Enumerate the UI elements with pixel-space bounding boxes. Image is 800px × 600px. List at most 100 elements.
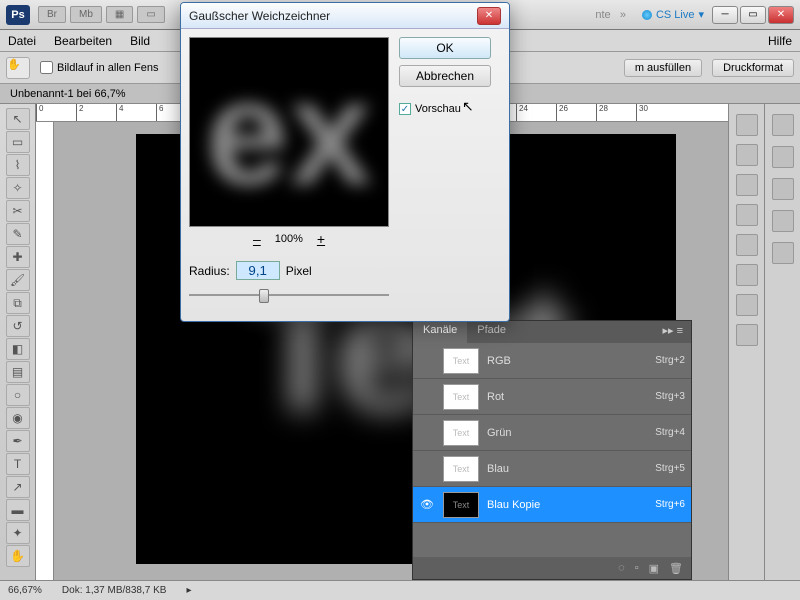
color-panel-icon[interactable] xyxy=(772,114,794,136)
zoom-out-button[interactable]: – xyxy=(253,231,261,247)
dialog-close-button[interactable]: ✕ xyxy=(477,7,501,25)
history-brush-tool[interactable]: ↺ xyxy=(6,315,30,337)
radius-label: Radius: xyxy=(189,264,230,278)
close-button[interactable]: ✕ xyxy=(768,6,794,24)
menu-file[interactable]: Datei xyxy=(8,34,36,48)
radius-slider[interactable] xyxy=(189,286,389,304)
shape-tool[interactable]: ▬ xyxy=(6,499,30,521)
gaussian-blur-dialog: Gaußscher Weichzeichner ✕ ex – 100% + Ra… xyxy=(180,2,510,322)
panel-icon[interactable] xyxy=(736,204,758,226)
styles-panel-icon[interactable] xyxy=(772,178,794,200)
channel-shortcut: Strg+4 xyxy=(655,427,685,438)
stamp-tool[interactable]: ⧉ xyxy=(6,292,30,314)
panel-icon[interactable] xyxy=(736,324,758,346)
new-channel-icon[interactable]: ▣ xyxy=(649,562,659,575)
brush-tool[interactable]: 🖌 xyxy=(6,269,30,291)
app-logo-icon: Ps xyxy=(6,5,30,25)
dodge-tool[interactable]: ◉ xyxy=(6,407,30,429)
panel-icon[interactable] xyxy=(736,114,758,136)
right-dock-a xyxy=(728,104,764,580)
tab-channels[interactable]: Kanäle xyxy=(413,321,467,343)
panel-icon[interactable] xyxy=(736,234,758,256)
channels-footer: ◌ ▫ ▣ 🗑 xyxy=(413,557,691,579)
channel-name: Blau Kopie xyxy=(487,499,647,511)
panel-icon[interactable] xyxy=(736,264,758,286)
dialog-titlebar[interactable]: Gaußscher Weichzeichner ✕ xyxy=(181,3,509,29)
eyedropper-tool[interactable]: ✎ xyxy=(6,223,30,245)
channel-thumb: Text xyxy=(443,420,479,446)
channel-row[interactable]: Text Grün Strg+4 xyxy=(413,415,691,451)
gradient-tool[interactable]: ▤ xyxy=(6,361,30,383)
load-selection-icon[interactable]: ◌ xyxy=(618,562,625,574)
3d-tool[interactable]: ✦ xyxy=(6,522,30,544)
channel-thumb: Text xyxy=(443,348,479,374)
ok-button[interactable]: OK xyxy=(399,37,491,59)
preview-image[interactable]: ex xyxy=(189,37,389,227)
tab-paths[interactable]: Pfade xyxy=(467,321,516,343)
channel-thumb: Text xyxy=(443,492,479,518)
adjust-panel-icon[interactable] xyxy=(772,210,794,232)
heal-tool[interactable]: ✚ xyxy=(6,246,30,268)
maximize-button[interactable]: ▭ xyxy=(740,6,766,24)
zoom-value: 100% xyxy=(275,233,303,245)
menu-help[interactable]: Hilfe xyxy=(768,34,792,48)
channel-row[interactable]: TextBlauStrg+5 xyxy=(413,451,691,487)
pen-tool[interactable]: ✒ xyxy=(6,430,30,452)
swatches-panel-icon[interactable] xyxy=(772,146,794,168)
fill-button[interactable]: m ausfüllen xyxy=(624,59,702,77)
cancel-button[interactable]: Abbrechen xyxy=(399,65,491,87)
status-arrow-icon[interactable]: ▸ xyxy=(186,585,191,596)
channel-name: Rot xyxy=(487,391,647,403)
wand-tool[interactable]: ✧ xyxy=(6,177,30,199)
channel-name: Grün xyxy=(487,427,647,439)
hand-tool-icon[interactable]: ✋ xyxy=(6,57,30,79)
panel-icon[interactable] xyxy=(736,294,758,316)
move-tool[interactable]: ↖ xyxy=(6,108,30,130)
visibility-icon[interactable]: 👁 xyxy=(419,498,435,511)
panel-menu-icon[interactable]: ▸▸ ≡ xyxy=(654,321,691,343)
blur-tool[interactable]: ○ xyxy=(6,384,30,406)
printformat-button[interactable]: Druckformat xyxy=(712,59,794,77)
zoom-level[interactable]: 66,67% xyxy=(8,585,42,596)
panel-icon[interactable] xyxy=(736,174,758,196)
channel-row[interactable]: Text RGB Strg+2 xyxy=(413,343,691,379)
channels-panel: Kanäle Pfade ▸▸ ≡ TextRGBStrg+2TextRotSt… xyxy=(412,320,692,580)
channel-shortcut: Strg+5 xyxy=(655,463,685,474)
channel-shortcut: Strg+6 xyxy=(655,499,685,510)
lasso-tool[interactable]: ⌇ xyxy=(6,154,30,176)
minibridge-button[interactable]: Mb xyxy=(70,6,102,23)
scroll-all-checkbox[interactable]: Bildlauf in allen Fens xyxy=(40,61,159,74)
path-tool[interactable]: ↗ xyxy=(6,476,30,498)
eraser-tool[interactable]: ◧ xyxy=(6,338,30,360)
cslive-button[interactable]: CS Live ▾ xyxy=(642,8,704,21)
arrange-icon[interactable]: ▦ xyxy=(106,6,133,23)
radius-unit: Pixel xyxy=(286,264,312,278)
dialog-title: Gaußscher Weichzeichner xyxy=(189,9,477,23)
status-bar: 66,67% Dok: 1,37 MB/838,7 KB ▸ xyxy=(0,580,800,600)
zoom-in-button[interactable]: + xyxy=(317,231,325,247)
channel-row[interactable]: 👁 Text Blau Kopie Strg+6 xyxy=(413,487,691,523)
right-dock-b xyxy=(764,104,800,580)
menu-image[interactable]: Bild xyxy=(130,34,150,48)
menu-edit[interactable]: Bearbeiten xyxy=(54,34,112,48)
channel-row[interactable]: TextRotStrg+3 xyxy=(413,379,691,415)
bridge-button[interactable]: Br xyxy=(38,6,66,23)
tools-panel: ↖ ▭ ⌇ ✧ ✂ ✎ ✚ 🖌 ⧉ ↺ ◧ ▤ ○ ◉ ✒ T ↗ ▬ ✦ ✋ xyxy=(0,104,36,580)
preview-checkbox[interactable]: ✓Vorschau xyxy=(399,103,491,115)
crop-tool[interactable]: ✂ xyxy=(6,200,30,222)
channel-name: RGB xyxy=(487,355,647,367)
panel-icon[interactable] xyxy=(736,144,758,166)
doc-size: Dok: 1,37 MB/838,7 KB xyxy=(62,585,167,596)
marquee-tool[interactable]: ▭ xyxy=(6,131,30,153)
menu-overflow: nte » xyxy=(595,9,626,21)
hand-tool[interactable]: ✋ xyxy=(6,545,30,567)
type-tool[interactable]: T xyxy=(6,453,30,475)
minimize-button[interactable]: ─ xyxy=(712,6,738,24)
channel-name: Blau xyxy=(487,463,647,475)
layers-panel-icon[interactable] xyxy=(772,242,794,264)
channel-shortcut: Strg+2 xyxy=(655,355,685,366)
delete-channel-icon[interactable]: 🗑 xyxy=(669,562,683,575)
radius-input[interactable] xyxy=(236,261,280,280)
screenmode-icon[interactable]: ▭ xyxy=(137,6,164,23)
save-selection-icon[interactable]: ▫ xyxy=(635,562,639,574)
